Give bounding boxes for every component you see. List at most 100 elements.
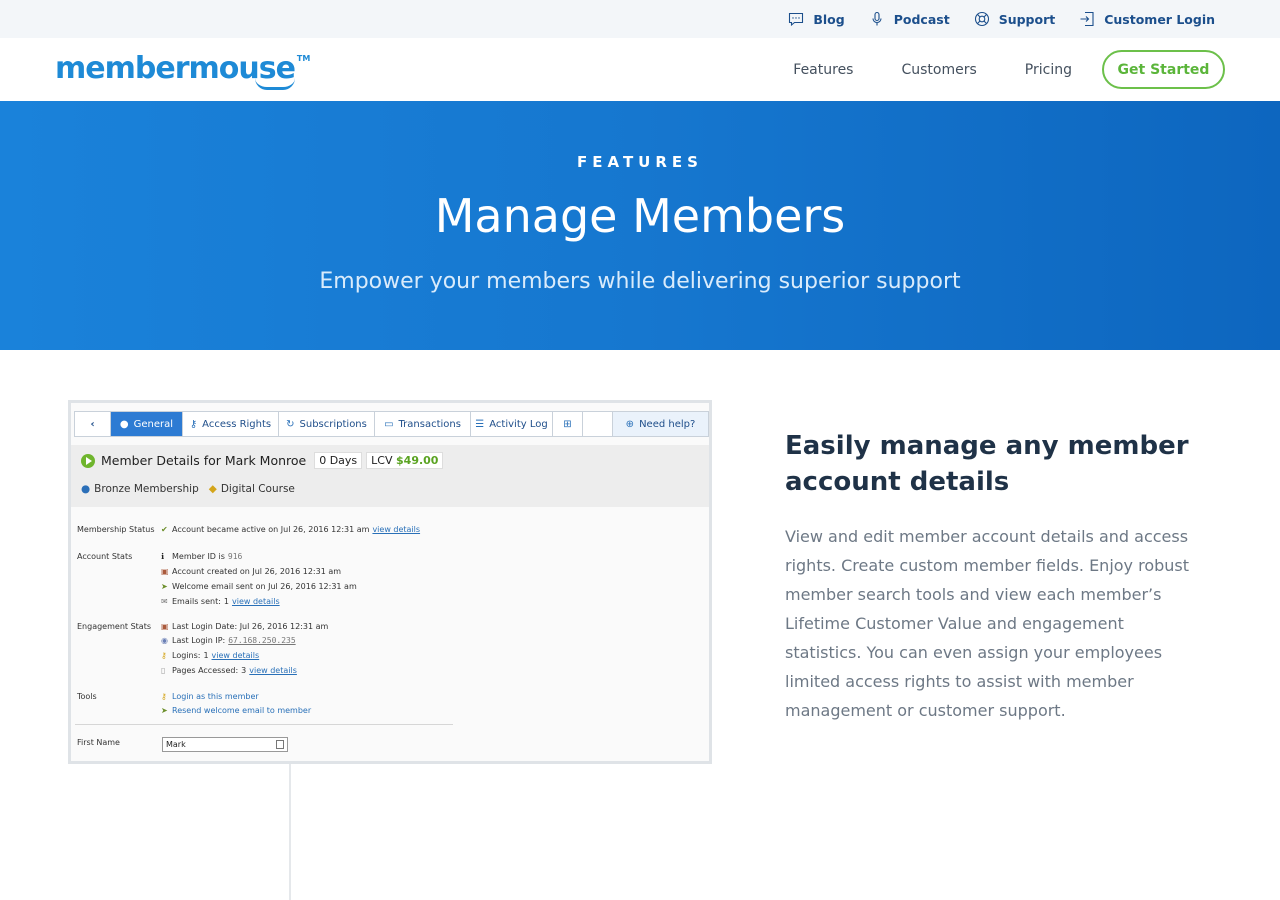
hero-subtitle: Empower your members while delivering su… — [319, 269, 961, 294]
days-badge: 0 Days — [314, 452, 363, 469]
user-icon: ● — [119, 418, 129, 430]
logins-label: Logins: — [172, 651, 201, 660]
tab-subscriptions-label: Subscriptions — [299, 418, 367, 430]
support-link[interactable]: Support — [974, 11, 1056, 27]
blog-link[interactable]: Blog — [788, 11, 845, 27]
blog-label: Blog — [813, 11, 845, 27]
field-menu-icon — [276, 740, 284, 749]
logo-trademark: TM — [296, 54, 311, 63]
last-name-input[interactable] — [162, 761, 288, 764]
login-icon — [1080, 11, 1094, 27]
support-label: Support — [998, 11, 1056, 27]
nav-menu: Features Customers Pricing Get Started — [793, 50, 1225, 89]
tab-access-rights[interactable]: ⚷ Access Rights — [183, 412, 279, 436]
last-login-date-wrap: ▣ Last Login Date: Jul 26, 2016 12:31 am — [161, 622, 328, 631]
hero-banner: FEATURES Manage Members Empower your mem… — [0, 101, 1280, 350]
nav-item-customers[interactable]: Customers — [901, 62, 976, 78]
emails-sent-value: 1 — [223, 597, 229, 606]
tab-back[interactable]: ‹ — [75, 412, 111, 436]
pages-accessed-label: Pages Accessed: — [172, 666, 239, 675]
customer-login-link[interactable]: Customer Login — [1079, 11, 1215, 27]
podcast-link[interactable]: Podcast — [869, 11, 950, 27]
tab-transactions-label: Transactions — [398, 418, 461, 430]
emails-sent-label: Emails sent: — [172, 597, 221, 606]
tab-subscriptions[interactable]: ↻ Subscriptions — [279, 412, 375, 436]
welcome-email-wrap: ➤ Welcome email sent on Jul 26, 2016 12:… — [161, 582, 357, 591]
first-name-input[interactable]: Mark — [162, 737, 288, 752]
feature-title: Easily manage any member account details — [785, 431, 1189, 497]
lifebuoy-icon — [974, 11, 989, 27]
lcv-badge: LCV $49.00 — [366, 452, 444, 469]
resend-welcome-wrap: ➤ Resend welcome email to member — [161, 706, 311, 715]
first-name-label: First Name — [77, 738, 120, 747]
view-details-link[interactable]: view details — [372, 525, 420, 534]
last-login-ip-label: Last Login IP: — [172, 636, 226, 645]
need-help-button[interactable]: ⊕ Need help? — [613, 412, 708, 436]
member-id-wrap: ℹ Member ID is 916 — [161, 552, 242, 561]
last-login-ip-wrap: ◉ Last Login IP: 67.168.250.235 — [161, 636, 296, 645]
credit-card-icon: ▭ — [384, 418, 394, 430]
check-circle-icon: ✔ — [161, 525, 168, 534]
member-header-membership-row: ● Bronze Membership ◆ Digital Course — [81, 483, 295, 495]
emails-view-details-link[interactable]: view details — [232, 597, 280, 606]
membership-status-value-wrap: ✔ Account became active on Jul 26, 2016 … — [161, 525, 420, 534]
tools-label: Tools — [77, 692, 97, 701]
plus-icon: ⊞ — [563, 418, 572, 430]
utility-links: Blog Podcast Support Customer Login — [764, 0, 1215, 38]
logins-wrap: ⚷ Logins: 1 view details — [161, 651, 259, 660]
top-utility-bar: Blog Podcast Support Customer Login — [0, 0, 1280, 38]
logins-view-details-link[interactable]: view details — [212, 651, 260, 660]
get-started-button[interactable]: Get Started — [1102, 50, 1225, 89]
lcv-label: LCV — [371, 454, 393, 467]
logins-value: 1 — [203, 651, 209, 660]
need-help-label: Need help? — [639, 418, 696, 430]
logo-mouse-tail — [255, 78, 295, 90]
pages-accessed-value: 3 — [241, 666, 247, 675]
page-title: Manage Members — [434, 189, 846, 243]
last-login-date: Last Login Date: Jul 26, 2016 12:31 am — [172, 622, 329, 631]
pages-view-details-link[interactable]: view details — [249, 666, 297, 675]
login-as-wrap: ⚷ Login as this member — [161, 692, 259, 701]
login-as-member-link[interactable]: Login as this member — [172, 692, 259, 701]
resend-welcome-link[interactable]: Resend welcome email to member — [172, 706, 311, 715]
list-icon: ☰ — [475, 418, 485, 430]
member-details-screenshot: ‹ ● General ⚷ Access Rights ↻ Subscripti… — [68, 400, 712, 764]
key-icon: ⚷ — [161, 692, 167, 701]
user-icon: ● — [81, 483, 91, 495]
calendar-icon: ▣ — [161, 622, 169, 631]
info-icon: ℹ — [161, 552, 165, 561]
tab-activity-log[interactable]: ☰ Activity Log — [471, 412, 553, 436]
tab-transactions[interactable]: ▭ Transactions — [375, 412, 471, 436]
main-nav: membermouse TM Features Customers Pricin… — [0, 38, 1280, 101]
decorative-vertical-line — [289, 764, 291, 900]
tab-activity-log-label: Activity Log — [489, 418, 548, 430]
member-id-label: Member ID is — [172, 552, 225, 561]
calendar-icon: ▣ — [161, 567, 169, 576]
nav-item-pricing[interactable]: Pricing — [1025, 62, 1072, 78]
membership-level: Bronze Membership — [94, 483, 199, 495]
membership-status-value: Account became active on Jul 26, 2016 12… — [172, 525, 370, 534]
member-details-title: Member Details for Mark Monroe — [101, 453, 307, 468]
tab-general[interactable]: ● General — [111, 412, 183, 436]
member-header-title-row: Member Details for Mark Monroe 0 Days LC… — [81, 452, 447, 469]
bundle-name: Digital Course — [220, 483, 295, 495]
tab-add[interactable]: ⊞ — [553, 412, 583, 436]
key-icon: ⚷ — [189, 418, 198, 430]
member-tabs: ‹ ● General ⚷ Access Rights ↻ Subscripti… — [74, 411, 709, 437]
lifebuoy-icon: ⊕ — [625, 418, 635, 430]
emails-sent-wrap: ✉ Emails sent: 1 view details — [161, 597, 280, 606]
member-header: Member Details for Mark Monroe 0 Days LC… — [71, 445, 709, 507]
envelope-icon: ✉ — [161, 597, 168, 606]
first-name-value: Mark — [166, 740, 186, 749]
last-login-ip-value[interactable]: 67.168.250.235 — [228, 636, 295, 645]
membership-status-label: Membership Status — [77, 525, 155, 534]
logo[interactable]: membermouse TM — [55, 51, 311, 90]
page-icon: ▯ — [161, 666, 166, 675]
refresh-icon: ↻ — [286, 418, 295, 430]
active-status-icon — [81, 453, 95, 468]
account-stats-label: Account Stats — [77, 552, 133, 561]
nav-item-features[interactable]: Features — [793, 62, 853, 78]
hero-eyebrow: FEATURES — [577, 153, 703, 171]
section-divider — [75, 724, 453, 725]
podcast-label: Podcast — [893, 11, 950, 27]
